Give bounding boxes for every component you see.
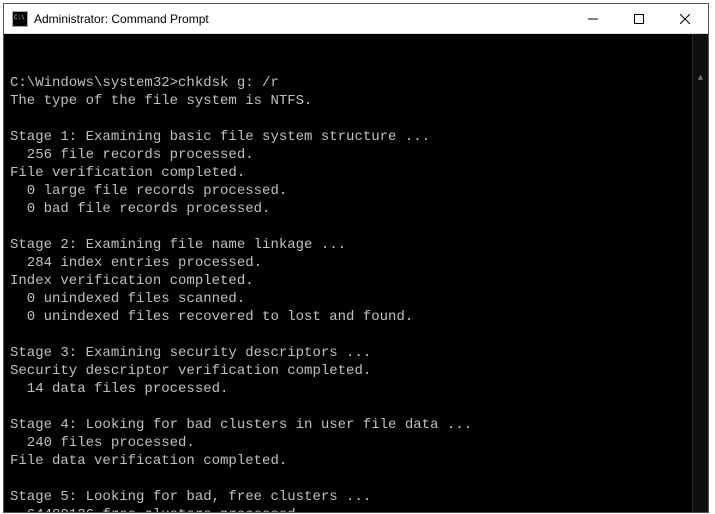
output-line [10, 326, 708, 344]
output-line: Stage 2: Examining file name linkage ... [10, 236, 708, 254]
output-line: 256 file records processed. [10, 146, 708, 164]
output-line: 0 unindexed files recovered to lost and … [10, 308, 708, 326]
output-line: File data verification completed. [10, 452, 708, 470]
output-line [10, 218, 708, 236]
output-line: 0 unindexed files scanned. [10, 290, 708, 308]
output-line: 284 index entries processed. [10, 254, 708, 272]
output-line: Stage 4: Looking for bad clusters in use… [10, 416, 708, 434]
output-line: 0 bad file records processed. [10, 200, 708, 218]
output-line: 0 large file records processed. [10, 182, 708, 200]
minimize-button[interactable] [570, 4, 616, 33]
titlebar[interactable]: C:\ Administrator: Command Prompt [4, 4, 708, 34]
command-prompt-window: C:\ Administrator: Command Prompt C:\Win… [3, 3, 709, 513]
command-line: C:\Windows\system32>chkdsk g: /r [10, 74, 708, 92]
output-line: 240 files processed. [10, 434, 708, 452]
output-line: File verification completed. [10, 164, 708, 182]
maximize-button[interactable] [616, 4, 662, 33]
output-line: 64480126 free clusters processed. [10, 506, 708, 512]
output-line: Stage 1: Examining basic file system str… [10, 128, 708, 146]
terminal-text: C:\Windows\system32>chkdsk g: /rThe type… [10, 74, 708, 512]
output-line: Security descriptor verification complet… [10, 362, 708, 380]
scrollbar[interactable]: ▲ [692, 34, 708, 512]
output-line [10, 398, 708, 416]
close-button[interactable] [662, 4, 708, 33]
output-line: Index verification completed. [10, 272, 708, 290]
output-line [10, 110, 708, 128]
terminal-output[interactable]: C:\Windows\system32>chkdsk g: /rThe type… [4, 34, 708, 512]
output-line: Stage 5: Looking for bad, free clusters … [10, 488, 708, 506]
window-controls [570, 4, 708, 33]
output-line: 14 data files processed. [10, 380, 708, 398]
output-line: Stage 3: Examining security descriptors … [10, 344, 708, 362]
output-line: The type of the file system is NTFS. [10, 92, 708, 110]
cmd-icon: C:\ [12, 11, 28, 27]
window-title: Administrator: Command Prompt [34, 12, 570, 26]
output-line [10, 470, 708, 488]
svg-text:C:\: C:\ [14, 14, 25, 21]
scroll-up-button[interactable]: ▲ [693, 70, 708, 86]
